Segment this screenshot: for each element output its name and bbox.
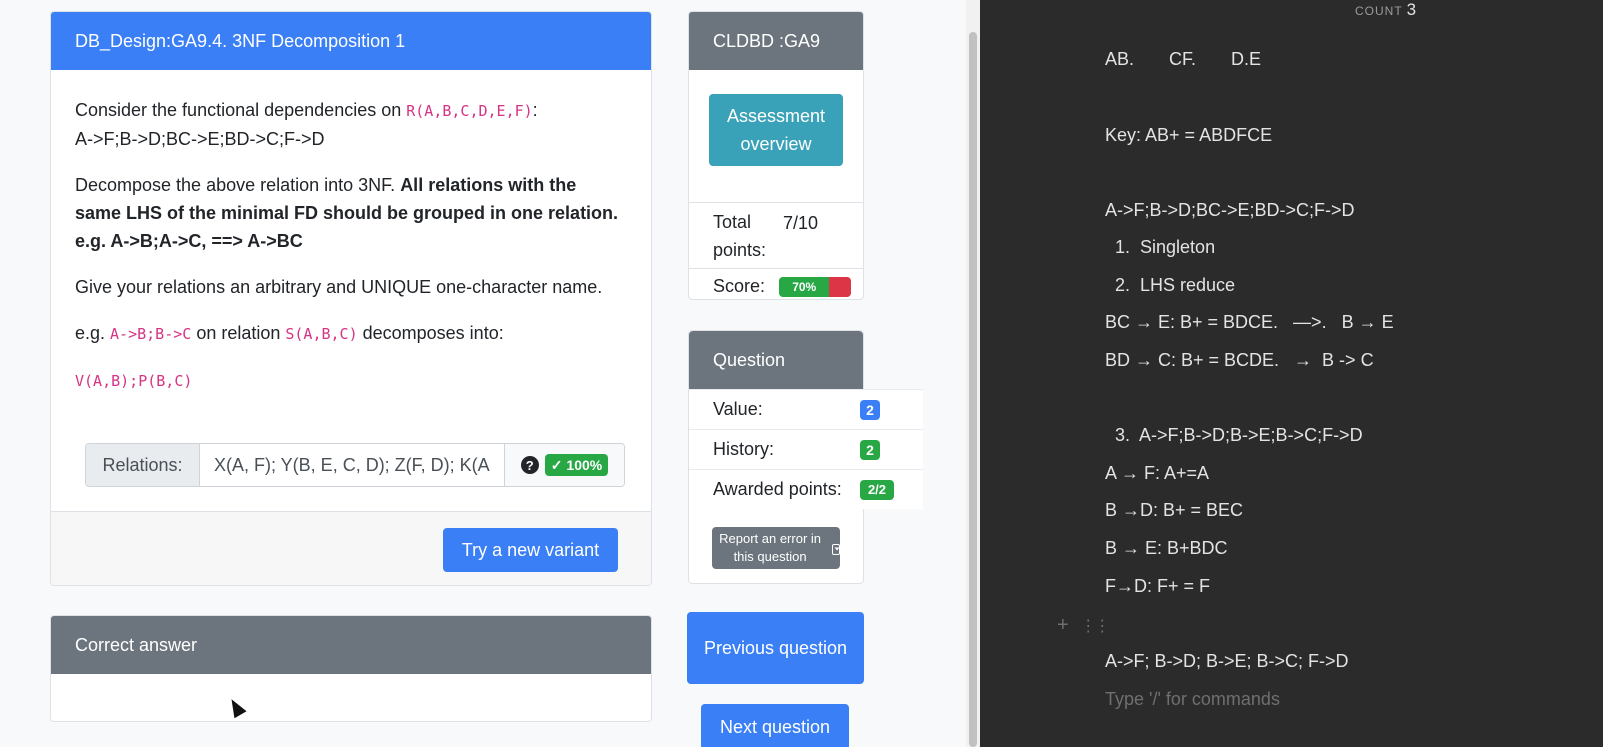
correct-badge: ✓ 100% xyxy=(544,454,609,476)
note-line[interactable]: A->F; B->D; B->E; B->C; F->D xyxy=(1105,651,1349,672)
add-block-icon[interactable]: + xyxy=(1057,614,1069,636)
count-indicator: COUNT 3 xyxy=(1355,0,1418,19)
command-input-placeholder[interactable]: Type '/' for commands xyxy=(1105,689,1280,710)
score-progress-bar: 70% xyxy=(779,276,852,297)
relations-input-group: Relations: X(A, F); Y(B, E, C, D); Z(F, … xyxy=(85,443,625,487)
question-body: Consider the functional dependencies on … xyxy=(51,70,651,395)
note-line[interactable]: B → E: B+BDC xyxy=(1105,538,1228,559)
notes-panel: COUNT 3 AB. CF. D.E Key: AB+ = ABDFCE A->… xyxy=(980,0,1603,747)
note-line[interactable]: Key: AB+ = ABDFCE xyxy=(1105,125,1272,146)
total-points-row: Total points: 7/10 xyxy=(689,202,863,268)
history-label: History: xyxy=(713,439,775,459)
drag-handle-icon[interactable]: ⋮⋮ xyxy=(1080,618,1110,635)
report-error-label: Report an error in this question xyxy=(719,531,822,564)
question-info-card: Question Value: 2 History: 2 Awarded poi… xyxy=(688,330,923,584)
report-error-button[interactable]: Report an error in this question xyxy=(712,527,840,569)
assessment-overview-button[interactable]: Assessment overview xyxy=(709,94,843,166)
question-footer: Try a new variant xyxy=(51,511,651,585)
note-line[interactable]: 3. A->F;B->D;B->E;B->C;F->D xyxy=(1105,425,1363,446)
correct-answer-title: Correct answer xyxy=(51,616,651,674)
note-line[interactable]: A->F;B->D;BC->E;BD->C;F->D xyxy=(1105,200,1355,221)
awarded-points-badge: 2/2 xyxy=(860,479,894,500)
history-row: History: 2 xyxy=(689,429,923,469)
question-title: DB_Design:GA9.4. 3NF Decomposition 1 xyxy=(51,12,651,70)
relations-input[interactable]: X(A, F); Y(B, E, C, D); Z(F, D); K(A xyxy=(200,444,505,486)
question-paragraph-3: Give your relations an arbitrary and UNI… xyxy=(75,277,603,297)
block-handle[interactable]: + ⋮⋮ xyxy=(1057,614,1110,637)
relations-label: Relations: xyxy=(86,444,200,486)
history-badge[interactable]: 2 xyxy=(860,439,880,460)
question-paragraph-1: Consider the functional dependencies on … xyxy=(75,100,538,149)
question-paragraph-5: V(A,B);P(B,C) xyxy=(75,372,193,390)
previous-question-button[interactable]: Previous question xyxy=(687,612,864,684)
note-line[interactable]: F→D: F+ = F xyxy=(1105,576,1210,597)
question-page: DB_Design:GA9.4. 3NF Decomposition 1 Con… xyxy=(0,0,980,747)
question-card: DB_Design:GA9.4. 3NF Decomposition 1 Con… xyxy=(50,11,652,586)
scrollbar-thumb[interactable] xyxy=(969,32,977,747)
score-row: Score: 70% xyxy=(689,268,863,299)
value-label: Value: xyxy=(713,399,763,419)
note-line[interactable]: 1. Singleton xyxy=(1105,237,1215,258)
note-line[interactable]: AB. CF. D.E xyxy=(1105,49,1261,70)
relations-status: ? ✓ 100% xyxy=(505,444,624,486)
note-line[interactable]: BC → E: B+ = BDCE. —>. B → E xyxy=(1105,312,1394,333)
awarded-points-row: Awarded points: 2/2 xyxy=(689,469,923,509)
correct-answer-card: Correct answer xyxy=(50,615,652,722)
count-value: 3 xyxy=(1406,0,1418,19)
score-fill: 70% xyxy=(779,276,830,297)
caret-square-down-icon xyxy=(832,543,840,555)
note-line[interactable]: 2. LHS reduce xyxy=(1105,275,1235,296)
total-points-label: Total points: xyxy=(713,211,767,260)
awarded-points-label: Awarded points: xyxy=(713,479,842,499)
value-badge: 2 xyxy=(860,399,880,420)
value-row: Value: 2 xyxy=(689,389,923,429)
relation-code: R(A,B,C,D,E,F) xyxy=(406,102,533,120)
fd-list: A->F;B->D;BC->E;BD->C;F->D xyxy=(75,129,325,149)
note-line[interactable]: B →D: B+ = BEC xyxy=(1105,500,1243,521)
score-label: Score: xyxy=(713,276,766,296)
note-line[interactable]: BD → C: B+ = BCDE. → B -> C xyxy=(1105,350,1374,371)
total-points-value: 7/10 xyxy=(783,213,819,233)
help-icon[interactable]: ? xyxy=(520,456,539,474)
try-new-variant-button[interactable]: Try a new variant xyxy=(443,528,618,572)
assessment-title: CLDBD :GA9 xyxy=(689,12,863,70)
question-paragraph-2: Decompose the above relation into 3NF. A… xyxy=(75,175,619,251)
next-question-button[interactable]: Next question xyxy=(701,704,849,747)
question-paragraph-4: e.g. A->B;B->C on relation S(A,B,C) deco… xyxy=(75,323,504,343)
score-remainder xyxy=(829,276,852,297)
scrollbar[interactable] xyxy=(966,0,980,747)
note-line[interactable]: A → F: A+=A xyxy=(1105,463,1209,484)
assessment-card: CLDBD :GA9 Assessment overview Total poi… xyxy=(688,11,864,300)
question-info-title: Question xyxy=(689,331,863,389)
